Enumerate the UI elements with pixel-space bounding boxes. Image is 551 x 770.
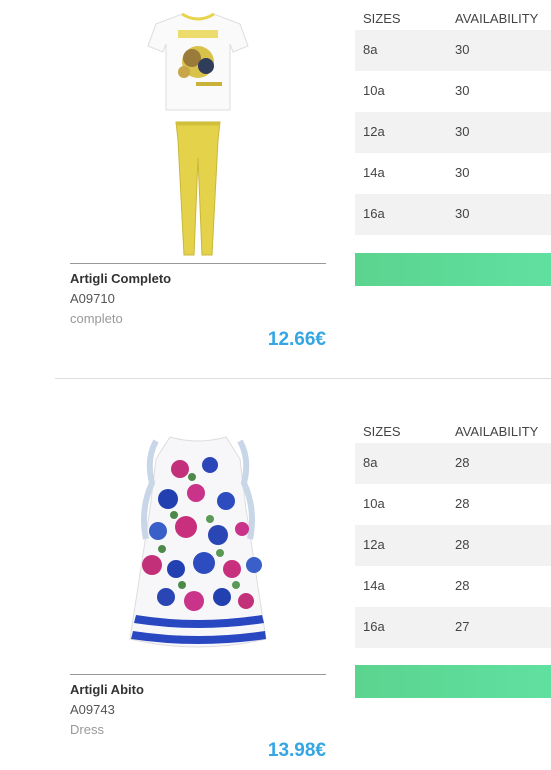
size-cell: 8a bbox=[363, 455, 378, 470]
table-row: 10a 30 bbox=[355, 71, 551, 112]
size-cell: 8a bbox=[363, 42, 378, 57]
product-name[interactable]: Artigli Completo bbox=[70, 271, 171, 286]
product-image[interactable] bbox=[70, 419, 326, 682]
floral-dress-image bbox=[129, 436, 267, 648]
size-cell: 12a bbox=[363, 124, 385, 139]
availability-cell: 28 bbox=[455, 496, 470, 511]
size-cell: 14a bbox=[363, 165, 385, 180]
availability-cell: 30 bbox=[455, 165, 470, 180]
product-category: completo bbox=[70, 311, 123, 326]
size-cell: 14a bbox=[363, 578, 385, 593]
table-row: 8a 28 bbox=[355, 443, 551, 484]
table-row: 12a 30 bbox=[355, 112, 551, 153]
product-name[interactable]: Artigli Abito bbox=[70, 682, 144, 697]
sizes-header: SIZES bbox=[363, 11, 401, 26]
product-price: 12.66€ bbox=[267, 329, 326, 350]
table-header: SIZES AVAILABILITY bbox=[355, 8, 551, 30]
availability-cell: 30 bbox=[455, 83, 470, 98]
sizes-header: SIZES bbox=[363, 424, 401, 439]
product-card: Artigli Completo A09710 completo 12.66€ … bbox=[0, 0, 551, 378]
product-list-page: Artigli Completo A09710 completo 12.66€ … bbox=[0, 0, 551, 770]
sizes-availability-table: SIZES AVAILABILITY 8a 28 10a 28 12a 28 1… bbox=[355, 421, 551, 648]
availability-cell: 30 bbox=[455, 124, 470, 139]
add-to-cart-button[interactable] bbox=[355, 665, 551, 698]
product-code: A09743 bbox=[70, 702, 115, 717]
table-row: 16a 27 bbox=[355, 607, 551, 648]
availability-cell: 28 bbox=[455, 455, 470, 470]
product-category: Dress bbox=[70, 722, 104, 737]
add-to-cart-button[interactable] bbox=[355, 253, 551, 286]
product-card: Artigli Abito A09743 Dress 13.98€ SIZES … bbox=[0, 379, 551, 770]
availability-header: AVAILABILITY bbox=[455, 424, 539, 439]
size-cell: 12a bbox=[363, 537, 385, 552]
image-divider bbox=[70, 674, 326, 675]
table-row: 12a 28 bbox=[355, 525, 551, 566]
size-cell: 10a bbox=[363, 83, 385, 98]
table-row: 10a 28 bbox=[355, 484, 551, 525]
availability-header: AVAILABILITY bbox=[455, 11, 539, 26]
outfit-tshirt-leggings-image bbox=[147, 12, 249, 256]
size-cell: 16a bbox=[363, 206, 385, 221]
availability-cell: 28 bbox=[455, 537, 470, 552]
table-row: 16a 30 bbox=[355, 194, 551, 235]
size-cell: 10a bbox=[363, 496, 385, 511]
availability-cell: 30 bbox=[455, 42, 470, 57]
availability-cell: 28 bbox=[455, 578, 470, 593]
product-code: A09710 bbox=[70, 291, 115, 306]
availability-cell: 30 bbox=[455, 206, 470, 221]
image-divider bbox=[70, 263, 326, 264]
product-price: 13.98€ bbox=[267, 740, 326, 761]
availability-cell: 27 bbox=[455, 619, 470, 634]
sizes-availability-table: SIZES AVAILABILITY 8a 30 10a 30 12a 30 1… bbox=[355, 8, 551, 235]
table-header: SIZES AVAILABILITY bbox=[355, 421, 551, 443]
table-row: 14a 28 bbox=[355, 566, 551, 607]
size-cell: 16a bbox=[363, 619, 385, 634]
product-image[interactable] bbox=[70, 0, 326, 263]
table-row: 8a 30 bbox=[355, 30, 551, 71]
table-row: 14a 30 bbox=[355, 153, 551, 194]
